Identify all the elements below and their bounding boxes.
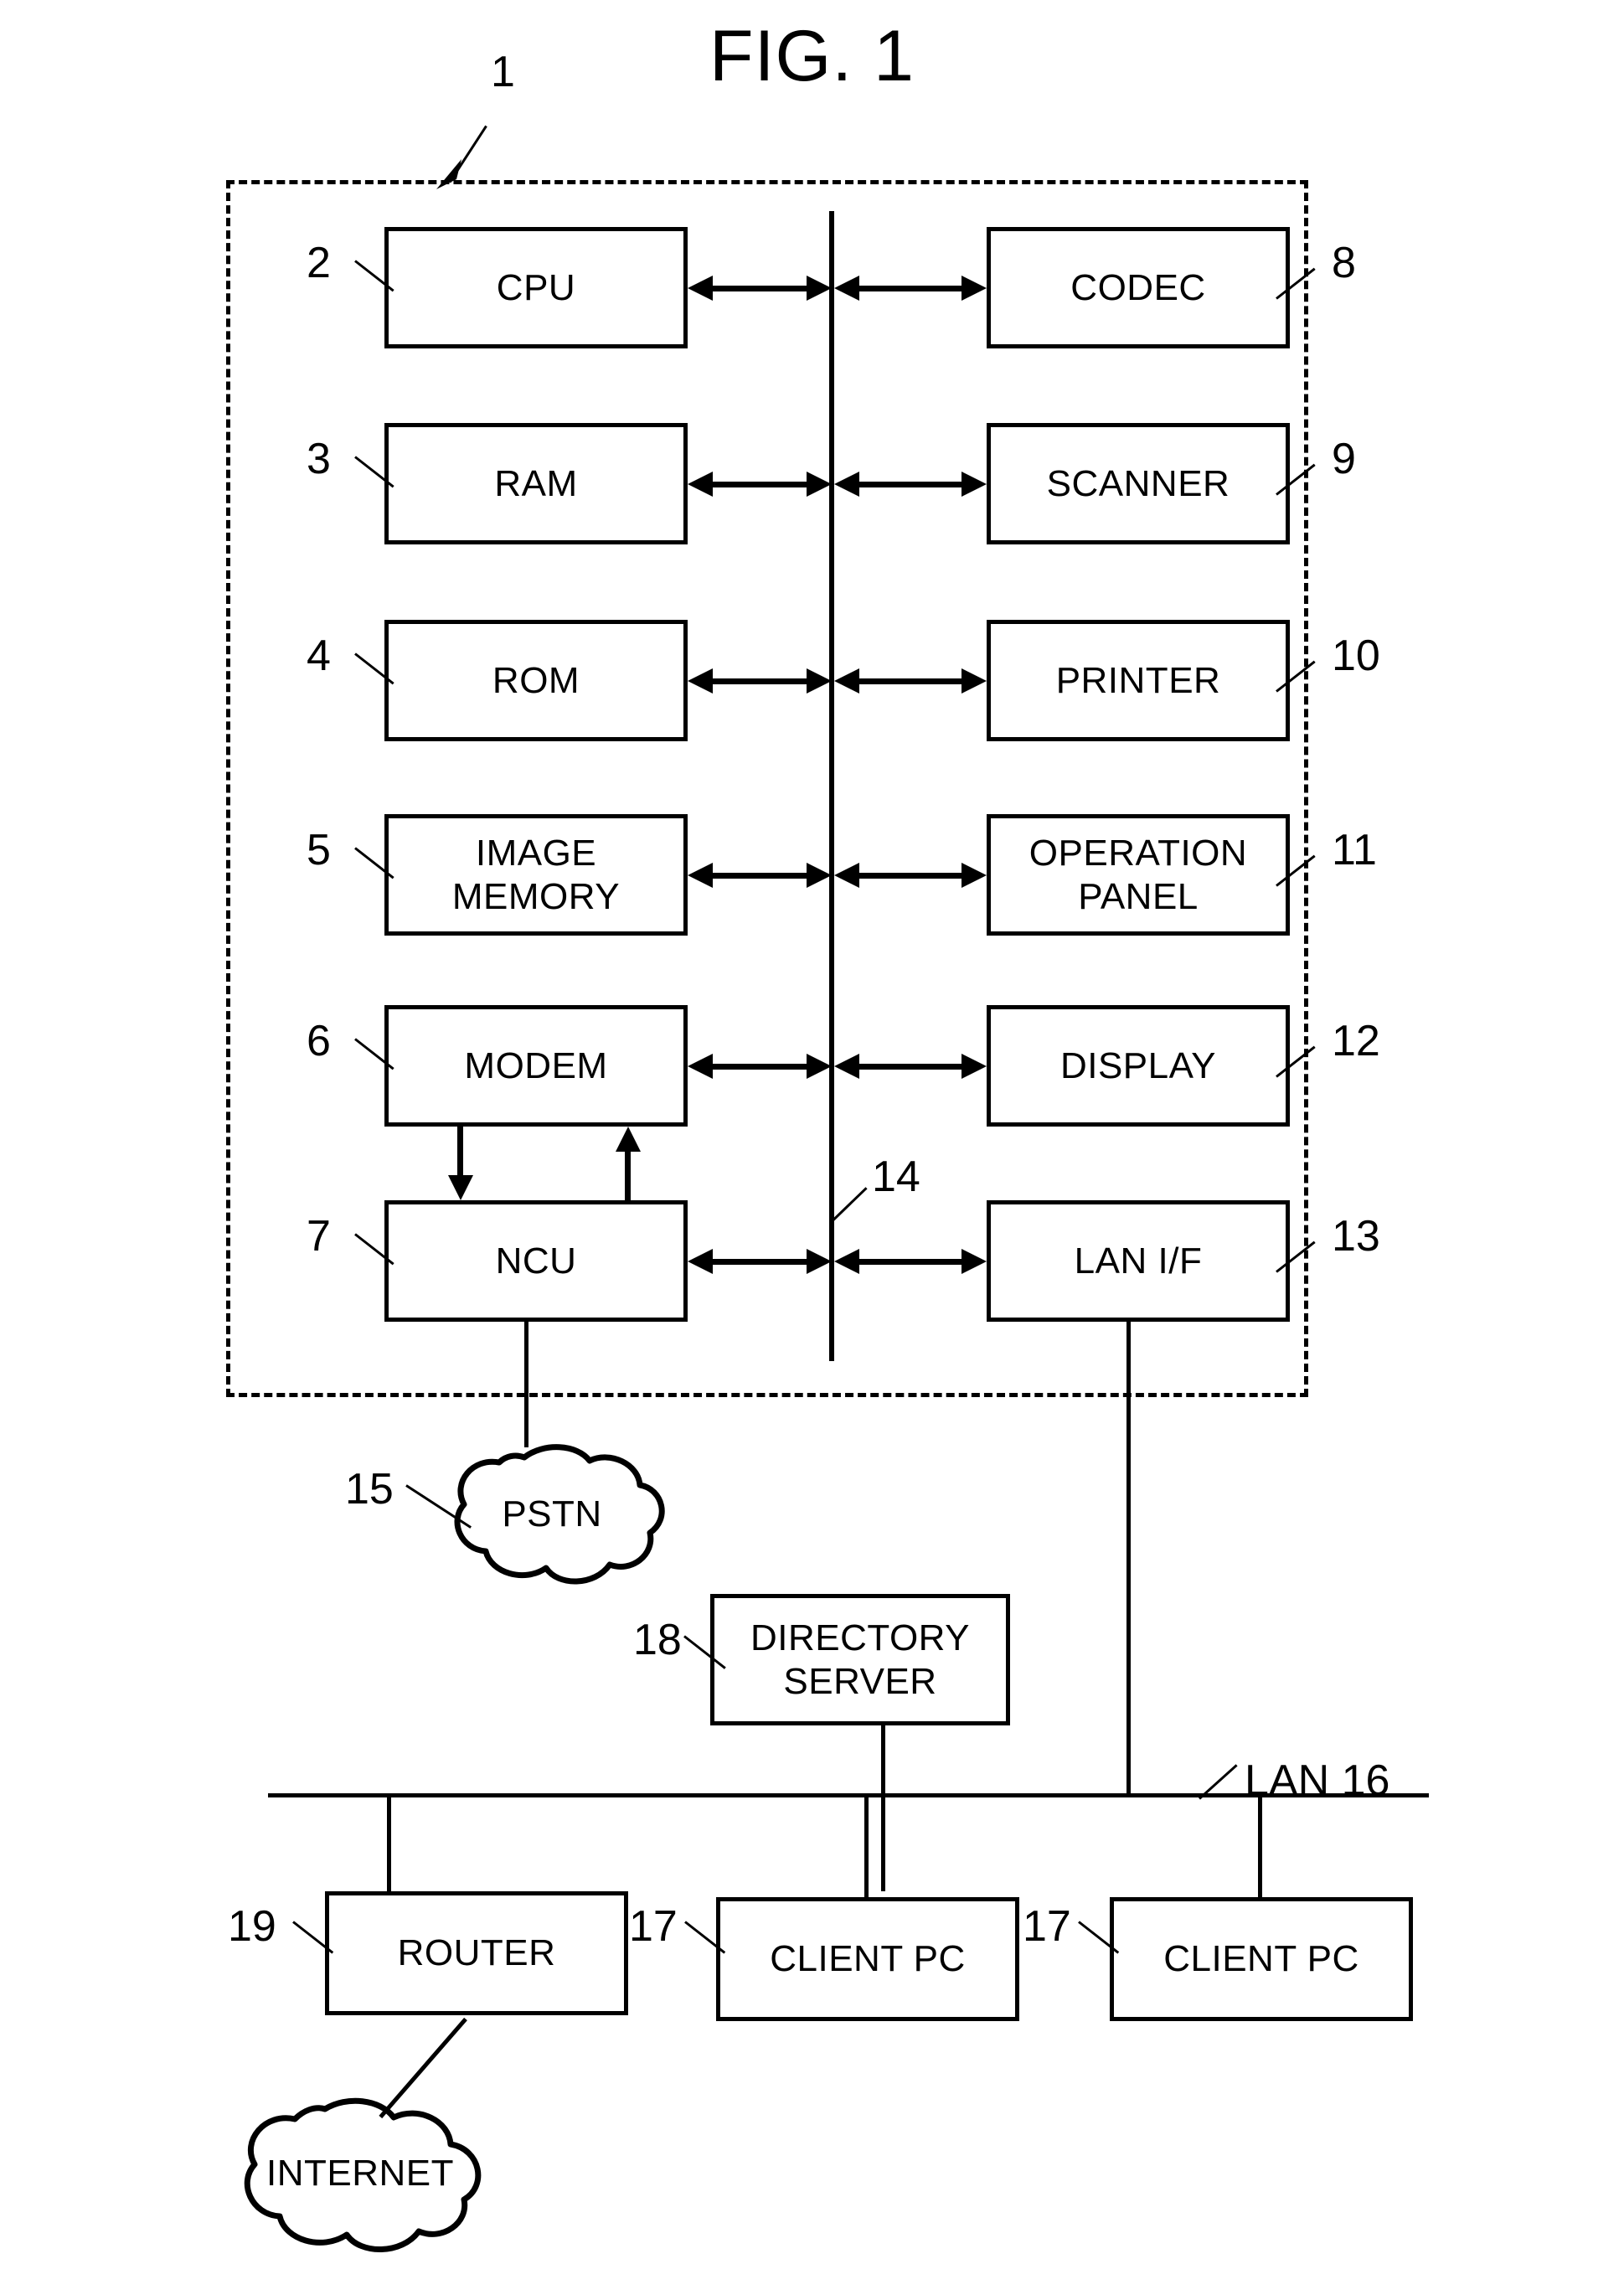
block-ram: RAM xyxy=(384,423,688,544)
bus-arrow-rom xyxy=(688,668,832,694)
ref-numeral-15: 15 xyxy=(345,1465,394,1514)
arrow-modem-to-ncu xyxy=(448,1127,473,1200)
block-scanner-label: SCANNER xyxy=(1046,462,1230,504)
ref-numeral-2: 2 xyxy=(307,239,331,287)
block-operation-panel: OPERATION PANEL xyxy=(987,814,1290,936)
figure-title: FIG. 1 xyxy=(709,16,915,96)
ref-numeral-8: 8 xyxy=(1332,239,1356,287)
block-printer-label: PRINTER xyxy=(1055,659,1221,701)
pstn-cloud-label: PSTN xyxy=(502,1493,602,1534)
ref-numeral-11: 11 xyxy=(1332,826,1377,874)
client-pc-right-drop-line xyxy=(1258,1793,1262,1898)
block-lan-interface-label: LAN I/F xyxy=(1074,1240,1203,1282)
block-display: DISPLAY xyxy=(987,1005,1290,1127)
block-rom: ROM xyxy=(384,620,688,741)
ref-numeral-4: 4 xyxy=(307,632,331,680)
ncu-to-pstn-line xyxy=(524,1322,528,1447)
ref-numeral-5: 5 xyxy=(307,826,331,874)
block-router: ROUTER xyxy=(325,1891,628,2015)
arrow-ncu-to-modem xyxy=(616,1127,641,1200)
block-client-pc-left: CLIENT PC xyxy=(716,1897,1019,2021)
ref-numeral-17-right: 17 xyxy=(1023,1902,1071,1951)
ref-numeral-10: 10 xyxy=(1332,632,1380,680)
ref-numeral-7: 7 xyxy=(307,1212,331,1261)
ref-numeral-12: 12 xyxy=(1332,1017,1380,1065)
block-image-memory-label-line2: MEMORY xyxy=(451,875,621,917)
lan-interface-to-lan-line xyxy=(1126,1322,1131,1797)
bus-arrow-ram xyxy=(688,472,832,497)
block-ncu: NCU xyxy=(384,1200,688,1322)
ref-numeral-14: 14 xyxy=(872,1153,920,1201)
figure-sheet: FIG. 1 1 14 CPU 2 RAM 3 ROM 4 IMAGE MEMO… xyxy=(0,0,1624,2295)
client-pc-left-drop-line xyxy=(864,1793,869,1898)
block-directory-server-label-line2: SERVER xyxy=(783,1660,937,1702)
lan-bus-label: LAN 16 xyxy=(1245,1756,1390,1805)
block-modem: MODEM xyxy=(384,1005,688,1127)
ref-numeral-3: 3 xyxy=(307,435,331,483)
bus-arrow-modem xyxy=(688,1054,832,1079)
block-ncu-label: NCU xyxy=(495,1240,577,1282)
block-ram-label: RAM xyxy=(494,462,578,504)
block-printer: PRINTER xyxy=(987,620,1290,741)
block-modem-label: MODEM xyxy=(464,1044,608,1086)
block-client-pc-left-label: CLIENT PC xyxy=(770,1938,966,1980)
directory-server-to-lan-line xyxy=(881,1724,885,1891)
bus-arrow-image-memory xyxy=(688,863,832,888)
block-lan-interface: LAN I/F xyxy=(987,1200,1290,1322)
internet-cloud: INTERNET xyxy=(226,2094,494,2253)
block-router-label: ROUTER xyxy=(397,1932,556,1974)
block-image-memory-label-line1: IMAGE xyxy=(475,832,597,874)
ref-numeral-13: 13 xyxy=(1332,1212,1380,1261)
bus-arrow-codec xyxy=(834,276,987,301)
ref-numeral-18: 18 xyxy=(633,1616,682,1664)
block-operation-panel-label-line1: OPERATION xyxy=(1029,832,1248,874)
ref-numeral-19: 19 xyxy=(228,1902,276,1951)
bus-arrow-ncu xyxy=(688,1249,832,1274)
internet-cloud-label: INTERNET xyxy=(266,2153,454,2194)
block-client-pc-right-label: CLIENT PC xyxy=(1163,1938,1359,1980)
bus-arrow-printer xyxy=(834,668,987,694)
bus-arrow-scanner xyxy=(834,472,987,497)
ref-numeral-17-left: 17 xyxy=(629,1902,678,1951)
bus-arrow-cpu xyxy=(688,276,832,301)
ref-numeral-1: 1 xyxy=(491,48,515,96)
block-image-memory: IMAGE MEMORY xyxy=(384,814,688,936)
block-rom-label: ROM xyxy=(492,659,580,701)
block-directory-server: DIRECTORY SERVER xyxy=(710,1594,1010,1725)
bus-arrow-display xyxy=(834,1054,987,1079)
internal-bus-line xyxy=(829,211,834,1361)
bus-arrow-operation-panel xyxy=(834,863,987,888)
arrowhead-to-enclosure xyxy=(436,159,461,189)
block-cpu: CPU xyxy=(384,227,688,348)
router-drop-line xyxy=(387,1793,391,1892)
block-cpu-label: CPU xyxy=(496,266,576,308)
block-directory-server-label-line1: DIRECTORY xyxy=(750,1617,971,1658)
block-codec-label: CODEC xyxy=(1070,266,1206,308)
pstn-cloud: PSTN xyxy=(430,1439,673,1590)
block-operation-panel-label-line2: PANEL xyxy=(1078,875,1199,917)
block-display-label: DISPLAY xyxy=(1059,1044,1217,1086)
block-scanner: SCANNER xyxy=(987,423,1290,544)
ref-numeral-9: 9 xyxy=(1332,435,1356,483)
ref-numeral-6: 6 xyxy=(307,1017,331,1065)
block-client-pc-right: CLIENT PC xyxy=(1110,1897,1413,2021)
block-codec: CODEC xyxy=(987,227,1290,348)
bus-arrow-lan-interface xyxy=(834,1249,987,1274)
